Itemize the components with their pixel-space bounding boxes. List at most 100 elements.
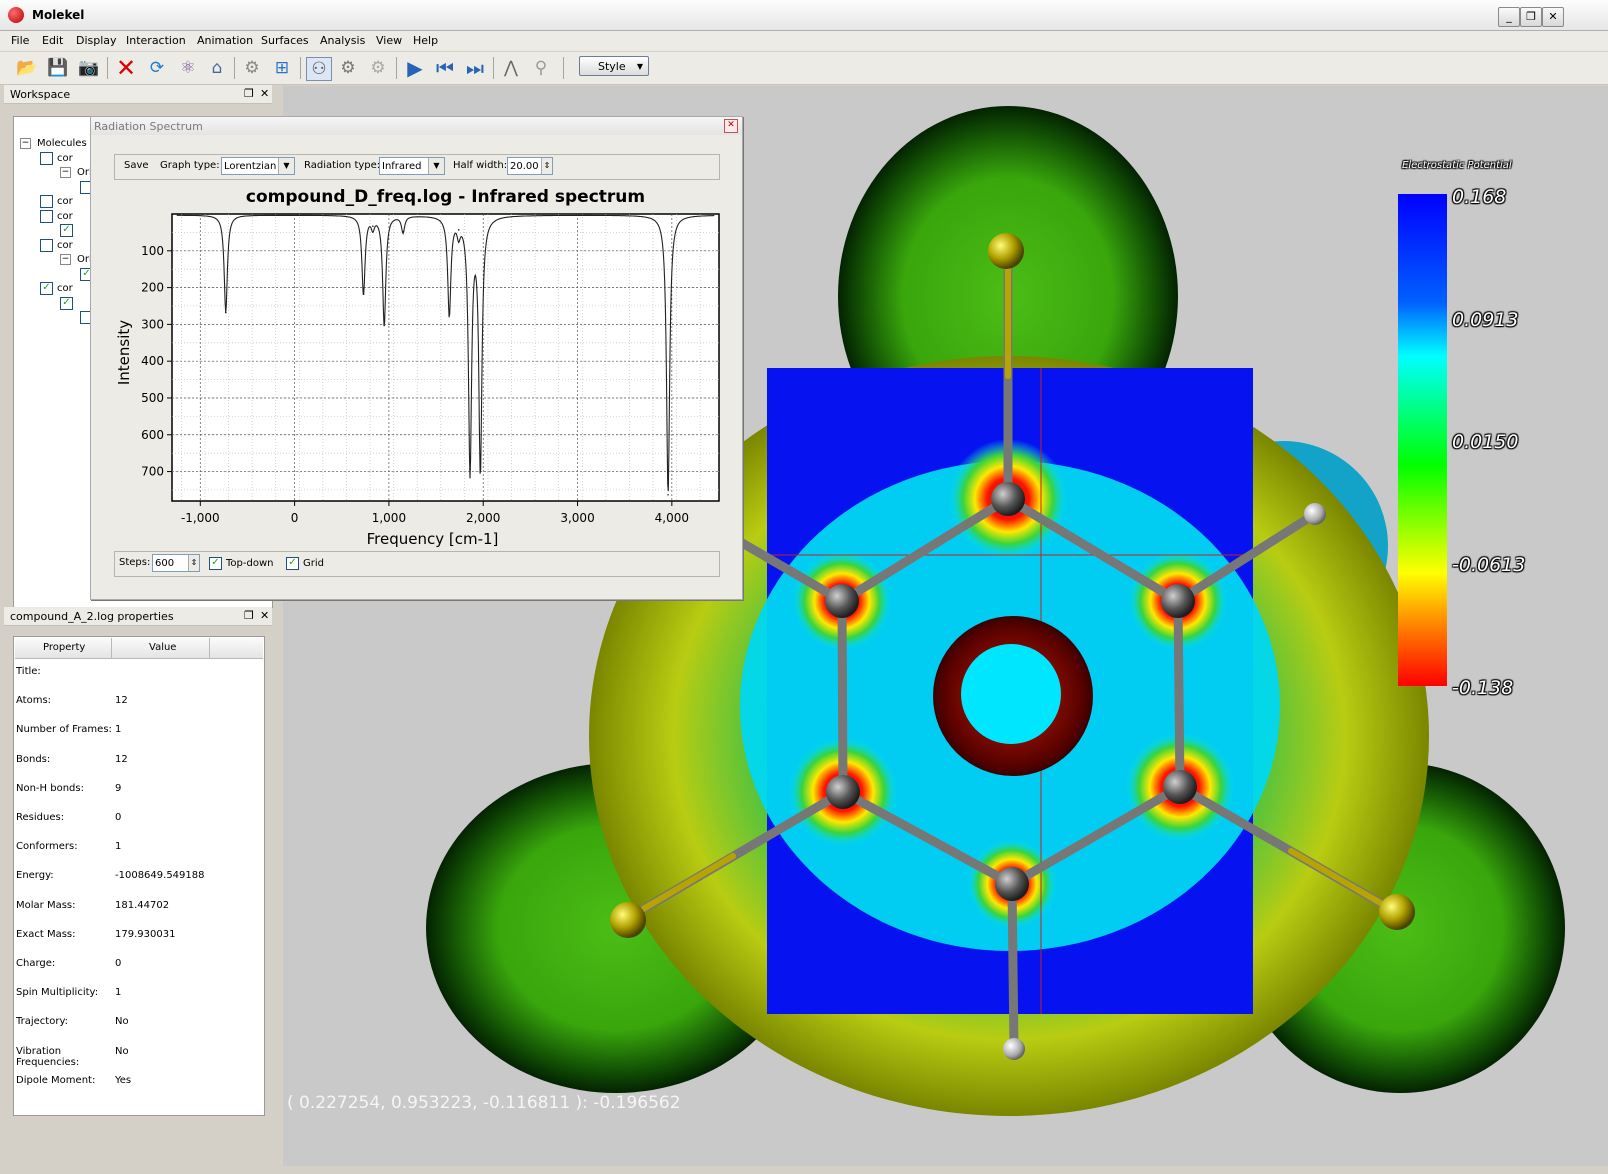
spin-arrows-icon[interactable]: ⇕ xyxy=(188,555,199,571)
property-value: 12 xyxy=(115,753,128,765)
spectrum-peak xyxy=(402,230,404,233)
tree-item-label: cor xyxy=(57,239,73,251)
header-value[interactable]: Value xyxy=(149,642,176,653)
delete-icon[interactable]: ✕ xyxy=(114,54,138,82)
y-tick-label: 300 xyxy=(141,317,164,331)
play-icon[interactable]: ▶ xyxy=(403,56,427,80)
camera-snapshot-icon[interactable]: 📷 xyxy=(77,57,101,79)
select-mode-icon[interactable]: ⚇ xyxy=(306,57,332,81)
colorbar-min-label: -0.138 xyxy=(1452,677,1514,699)
checkmark-icon: ✓ xyxy=(209,557,222,570)
collapse-icon[interactable]: − xyxy=(60,167,71,178)
menu-display[interactable]: Display xyxy=(76,34,117,47)
menu-help[interactable]: Help xyxy=(413,34,438,47)
tree-item[interactable]: cor xyxy=(40,195,73,209)
maximize-button[interactable]: ❐ xyxy=(1520,7,1542,27)
toolbar-separator xyxy=(563,57,564,79)
fast-forward-icon[interactable]: ⏭ xyxy=(463,56,487,80)
reload-icon[interactable]: ⟳ xyxy=(145,57,169,79)
property-value: Yes xyxy=(115,1074,132,1086)
menu-surfaces[interactable]: Surfaces xyxy=(261,34,309,47)
spectrum-titlebar[interactable]: Radiation Spectrum ✕ xyxy=(91,117,742,135)
properties-dock-title: compound_A_2.log properties ❐ ✕ xyxy=(4,607,272,626)
tree-item-checkbox[interactable] xyxy=(40,195,53,208)
graph-type-select[interactable]: Lorentzian ▼ xyxy=(221,157,295,175)
float-icon[interactable]: ❐ xyxy=(244,87,254,100)
tree-item[interactable]: cor xyxy=(40,238,73,252)
x-axis-label: Frequency [cm-1] xyxy=(367,530,499,548)
collapse-icon[interactable]: − xyxy=(20,137,31,149)
translate-mode-icon[interactable]: ⚙ xyxy=(366,57,390,79)
molecule-icon[interactable]: ⚛ xyxy=(176,57,200,79)
tree-item-checkbox[interactable]: ✓ xyxy=(40,282,53,295)
measure-angle-icon[interactable]: ⋀ xyxy=(499,57,523,79)
graph-type-value: Lorentzian xyxy=(224,161,277,172)
close-icon[interactable]: ✕ xyxy=(260,87,269,100)
steps-label: Steps: xyxy=(119,557,151,568)
tree-item[interactable]: ✓ cor xyxy=(40,282,73,296)
rotate-mode-icon[interactable]: ⚙ xyxy=(336,57,360,79)
save-button[interactable]: Save xyxy=(124,160,149,171)
menu-analysis[interactable]: Analysis xyxy=(320,34,365,47)
float-icon[interactable]: ❐ xyxy=(244,609,254,622)
menu-edit[interactable]: Edit xyxy=(42,34,63,47)
half-width-spinbox[interactable]: 20.00 ⇕ xyxy=(507,157,553,175)
property-name: Residues: xyxy=(16,812,65,823)
property-value: -1008649.549188 xyxy=(115,870,205,882)
tree-item-checkbox[interactable] xyxy=(40,151,53,165)
tree-item[interactable]: cor xyxy=(40,151,73,165)
open-folder-icon[interactable]: 📂 xyxy=(15,57,39,79)
toolbar-separator xyxy=(493,57,494,79)
tree-item[interactable]: ✓ xyxy=(60,224,77,238)
radiation-type-select[interactable]: Infrared ▼ xyxy=(379,157,445,175)
collapse-icon[interactable]: − xyxy=(60,254,71,265)
home-view-icon[interactable]: ⌂ xyxy=(205,57,229,79)
rewind-icon[interactable]: ⏮ xyxy=(433,56,457,80)
tree-item-checkbox[interactable]: ✓ xyxy=(60,224,73,237)
x-tick-label: 1,000 xyxy=(372,511,406,525)
gear-icon[interactable]: ⚙ xyxy=(240,57,264,79)
close-window-button[interactable]: ✕ xyxy=(1542,7,1564,27)
menu-interaction[interactable]: Interaction xyxy=(126,34,186,47)
tree-item-checkbox[interactable] xyxy=(40,238,53,252)
measure-distance-icon[interactable]: ⚲ xyxy=(529,57,553,79)
property-name: Non-H bonds: xyxy=(16,782,84,794)
steps-spinbox[interactable]: 600 ⇕ xyxy=(152,554,200,572)
property-name: Dipole Moment: xyxy=(16,1074,96,1086)
close-icon[interactable]: ✕ xyxy=(724,119,738,133)
tree-item-label: cor xyxy=(57,283,73,294)
spectrum-peak xyxy=(479,468,482,470)
menu-view[interactable]: View xyxy=(376,34,402,47)
tree-item-checkbox[interactable] xyxy=(40,209,53,223)
spectrum-peak xyxy=(383,324,385,327)
topdown-checkbox[interactable]: ✓ Top-down xyxy=(209,557,273,570)
save-disk-icon[interactable]: 💾 xyxy=(46,57,70,79)
y-tick-label: 100 xyxy=(141,244,164,258)
colorbar-title: Electrostatic Potential xyxy=(1402,160,1512,171)
menu-animation[interactable]: Animation xyxy=(197,34,253,47)
y-tick-label: 700 xyxy=(141,465,164,479)
header-property[interactable]: Property xyxy=(43,642,85,653)
graph-type-label: Graph type: xyxy=(160,160,220,171)
coordinate-readout: ( 0.227254, 0.953223, -0.116811 ): -0.19… xyxy=(287,1093,681,1113)
tree-root[interactable]: − Molecules xyxy=(20,136,87,150)
radiation-spectrum-window[interactable]: Radiation Spectrum ✕ Save Graph type: Lo… xyxy=(90,116,743,600)
half-width-label: Half width: xyxy=(453,160,508,171)
style-dropdown[interactable]: Style ▼ xyxy=(579,56,649,76)
tree-item[interactable]: ✓ xyxy=(60,296,77,310)
half-width-value: 20.00 xyxy=(510,161,539,172)
grid-settings-icon[interactable]: ⊞ xyxy=(270,57,294,79)
close-icon[interactable]: ✕ xyxy=(260,609,269,622)
spin-arrows-icon[interactable]: ⇕ xyxy=(541,158,552,174)
minimize-button[interactable]: _ xyxy=(1498,7,1520,27)
grid-checkbox[interactable]: ✓ Grid xyxy=(286,557,324,570)
chevron-down-icon: ▼ xyxy=(428,158,444,174)
menu-file[interactable]: File xyxy=(11,34,29,47)
colorbar-max-label: 0.168 xyxy=(1452,186,1507,208)
style-label: Style xyxy=(598,60,626,73)
steps-value: 600 xyxy=(155,558,175,569)
tree-item-checkbox[interactable]: ✓ xyxy=(60,296,73,310)
table-header: Property Value xyxy=(15,638,263,659)
tree-item[interactable]: cor xyxy=(40,209,73,223)
properties-table[interactable]: Property Value Title: Atoms: 12 Number of F… xyxy=(13,636,265,1116)
